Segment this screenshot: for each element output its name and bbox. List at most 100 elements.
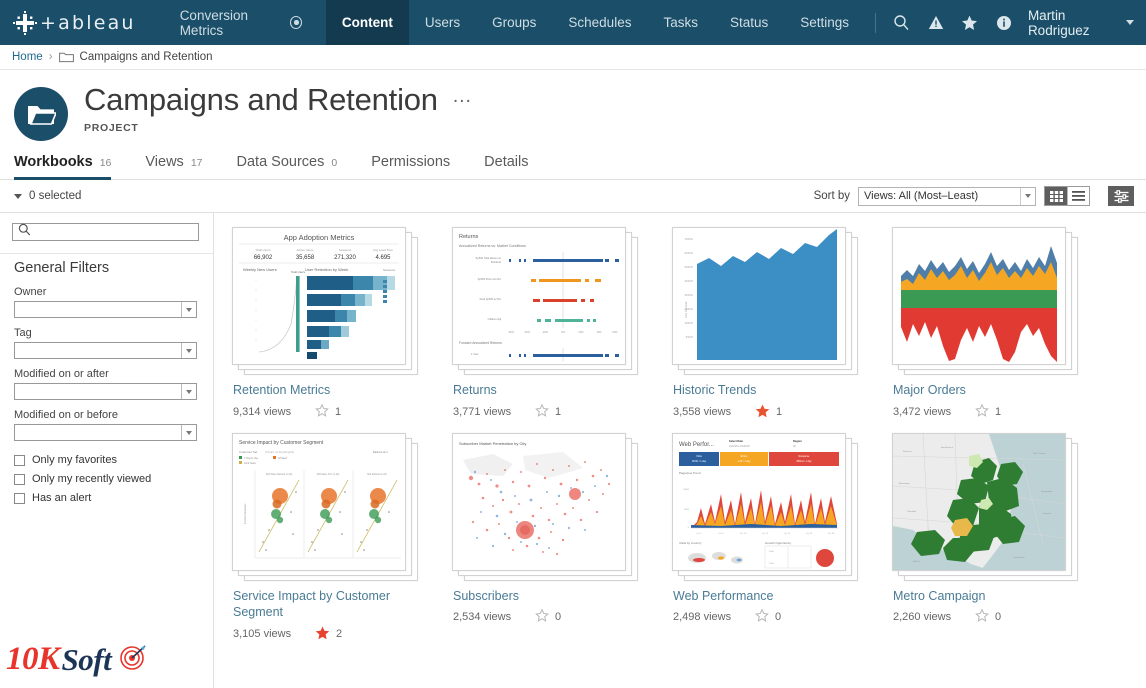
- svg-text:-40%: -40%: [524, 330, 531, 334]
- breadcrumb-home-link[interactable]: Home: [12, 51, 43, 63]
- workbook-card-web-performance[interactable]: Web Perfor... Select Date 10/2/18 to 10/…: [664, 432, 884, 643]
- star-outline-icon: [535, 403, 549, 420]
- svg-text:Pageview Trend: Pageview Trend: [679, 471, 701, 475]
- owner-filter-value: [15, 302, 181, 317]
- view-toggle-group: [1044, 186, 1090, 206]
- workbook-views: 3,771 views: [453, 405, 512, 418]
- web-performance-thumbnail[interactable]: Web Perfor... Select Date 10/2/18 to 10/…: [672, 432, 858, 581]
- page-body: General Filters Owner Tag Modified on or…: [0, 213, 1146, 688]
- workbook-card-service-impact[interactable]: Service Impact by Customer Segment Custo…: [224, 432, 444, 643]
- workbook-title[interactable]: Subscribers: [453, 588, 643, 605]
- favorite-count: 0: [995, 611, 1002, 623]
- svg-text:Mid Sales Chn (1-20): Mid Sales Chn (1-20): [317, 473, 340, 476]
- svg-text:All: All: [793, 445, 796, 448]
- favorite-count: 1: [995, 405, 1002, 418]
- workbook-title[interactable]: Retention Metrics: [233, 382, 423, 399]
- tab-permissions[interactable]: Permissions: [371, 154, 450, 180]
- workbook-card-subscribers[interactable]: Subscriber Market Penetration by City Su…: [444, 432, 664, 643]
- workbook-card-major-orders[interactable]: Major Orders 3,472 views 1: [884, 227, 1104, 421]
- favorite-toggle[interactable]: 1: [755, 403, 782, 421]
- tag-filter-label: Tag: [14, 327, 32, 339]
- folder-icon: [58, 51, 74, 63]
- tab-data-sources[interactable]: Data Sources 0: [237, 154, 338, 180]
- tab-views[interactable]: Views 17: [145, 154, 202, 180]
- selection-dropdown[interactable]: 0 selected: [14, 190, 81, 202]
- tag-filter-select[interactable]: [14, 342, 197, 359]
- tab-workbooks[interactable]: Workbooks 16: [14, 154, 112, 180]
- workbook-card-returns[interactable]: Returns Annualized Returns vs. Market Co…: [444, 227, 664, 421]
- only-my-favorites-checkbox[interactable]: Only my favorites: [14, 454, 197, 466]
- list-view-icon[interactable]: [1067, 187, 1089, 205]
- tab-permissions-label: Permissions: [371, 154, 451, 170]
- subscribers-thumbnail[interactable]: Subscriber Market Penetration by City: [452, 432, 638, 581]
- workbook-title[interactable]: Historic Trends: [673, 382, 863, 399]
- search-icon[interactable]: [886, 0, 918, 45]
- service-impact-thumbnail[interactable]: Service Impact by Customer Segment Custo…: [232, 432, 418, 581]
- svg-text:Sp500 Price w/o Div: Sp500 Price w/o Div: [478, 277, 502, 281]
- owner-filter-label: Owner: [14, 286, 47, 298]
- favorite-toggle[interactable]: 0: [755, 608, 781, 625]
- favorite-toggle[interactable]: 1: [535, 403, 561, 420]
- nav-link-schedules[interactable]: Schedules: [552, 0, 647, 45]
- svg-text:38.6K / 1 day: 38.6K / 1 day: [692, 460, 707, 463]
- workbook-card-metro-campaign[interactable]: Paterson Hackensack Port Chester Morristow…: [884, 432, 1104, 643]
- workbook-card-historic-trends[interactable]: 700000 600000 500000 400000 300000 200000 10…: [664, 227, 884, 421]
- major-orders-thumbnail[interactable]: [892, 227, 1078, 375]
- workbook-card-retention-metrics[interactable]: App Adoption Metrics Total Users Active U…: [224, 227, 444, 421]
- alerts-icon[interactable]: [920, 0, 952, 45]
- only-my-recently-viewed-checkbox[interactable]: Only my recently viewed: [14, 473, 197, 485]
- favorite-toggle[interactable]: 0: [535, 608, 561, 625]
- workbook-title[interactable]: Metro Campaign: [893, 588, 1083, 605]
- svg-text:100000: 100000: [684, 321, 693, 325]
- svg-text:-20%: -20%: [542, 330, 549, 334]
- modified-before-filter-select[interactable]: [14, 424, 197, 441]
- svg-text:Freeport: Freeport: [1043, 512, 1052, 515]
- tag-filter-value: [15, 343, 181, 358]
- returns-thumbnail[interactable]: Returns Annualized Returns vs. Market Co…: [452, 227, 638, 375]
- star-filled-icon: [315, 625, 330, 643]
- favorite-toggle[interactable]: 0: [975, 608, 1002, 625]
- workbook-title[interactable]: Major Orders: [893, 382, 1083, 399]
- svg-text:Oct 5: Oct 5: [718, 532, 724, 535]
- has-an-alert-checkbox[interactable]: Has an alert: [14, 492, 197, 504]
- sort-select[interactable]: Views: All (Most–Least): [858, 186, 1036, 206]
- nav-link-content[interactable]: Content: [325, 0, 409, 45]
- workbook-title[interactable]: Service Impact by Customer Segment: [233, 588, 423, 621]
- svg-text:Growth Opportunity: Growth Opportunity: [765, 541, 792, 545]
- project-type-label: PROJECT: [84, 121, 139, 134]
- project-more-actions-button[interactable]: …: [452, 86, 473, 109]
- svg-text:App Adoption Metrics: App Adoption Metrics: [284, 233, 355, 242]
- tab-details[interactable]: Details: [484, 154, 528, 180]
- nav-link-tasks[interactable]: Tasks: [647, 0, 714, 45]
- help-icon[interactable]: [988, 0, 1020, 45]
- site-picker[interactable]: Conversion Metrics: [170, 0, 312, 45]
- svg-text:(Churn vs Anything%): (Churn vs Anything%): [265, 450, 294, 454]
- favorite-toggle[interactable]: 2: [315, 625, 342, 643]
- workbook-views: 2,498 views: [673, 611, 732, 623]
- nav-link-groups[interactable]: Groups: [476, 0, 552, 45]
- filter-settings-icon[interactable]: [1108, 186, 1134, 206]
- favorite-toggle[interactable]: 1: [975, 403, 1002, 420]
- metro-campaign-thumbnail[interactable]: Paterson Hackensack Port Chester Morristow…: [892, 432, 1078, 581]
- tab-details-label: Details: [484, 154, 529, 170]
- svg-text:Select Date: Select Date: [729, 439, 744, 443]
- workbook-title[interactable]: Web Performance: [673, 588, 863, 605]
- favorites-icon[interactable]: [954, 0, 986, 45]
- favorite-toggle[interactable]: 1: [315, 403, 341, 420]
- modified-after-filter-select[interactable]: [14, 383, 197, 400]
- historic-trends-thumbnail[interactable]: 700000 600000 500000 400000 300000 200000 10…: [672, 227, 858, 375]
- workbook-views: 3,105 views: [233, 628, 292, 640]
- retention-metrics-thumbnail[interactable]: App Adoption Metrics Total Users Active U…: [232, 227, 418, 375]
- owner-filter-select[interactable]: [14, 301, 197, 318]
- svg-text:880ms / 1 day: 880ms / 1 day: [796, 460, 812, 463]
- nav-link-users[interactable]: Users: [409, 0, 476, 45]
- search-input[interactable]: [12, 223, 199, 241]
- tableau-logo[interactable]: +ableau: [12, 0, 136, 45]
- svg-text:4.695: 4.695: [375, 255, 391, 261]
- nav-link-settings[interactable]: Settings: [784, 0, 865, 45]
- grid-view-icon[interactable]: [1045, 187, 1067, 205]
- nav-link-status[interactable]: Status: [714, 0, 784, 45]
- user-menu[interactable]: Martin Rodriguez: [1028, 0, 1134, 45]
- workbook-views: 3,472 views: [893, 405, 952, 418]
- workbook-title[interactable]: Returns: [453, 382, 643, 399]
